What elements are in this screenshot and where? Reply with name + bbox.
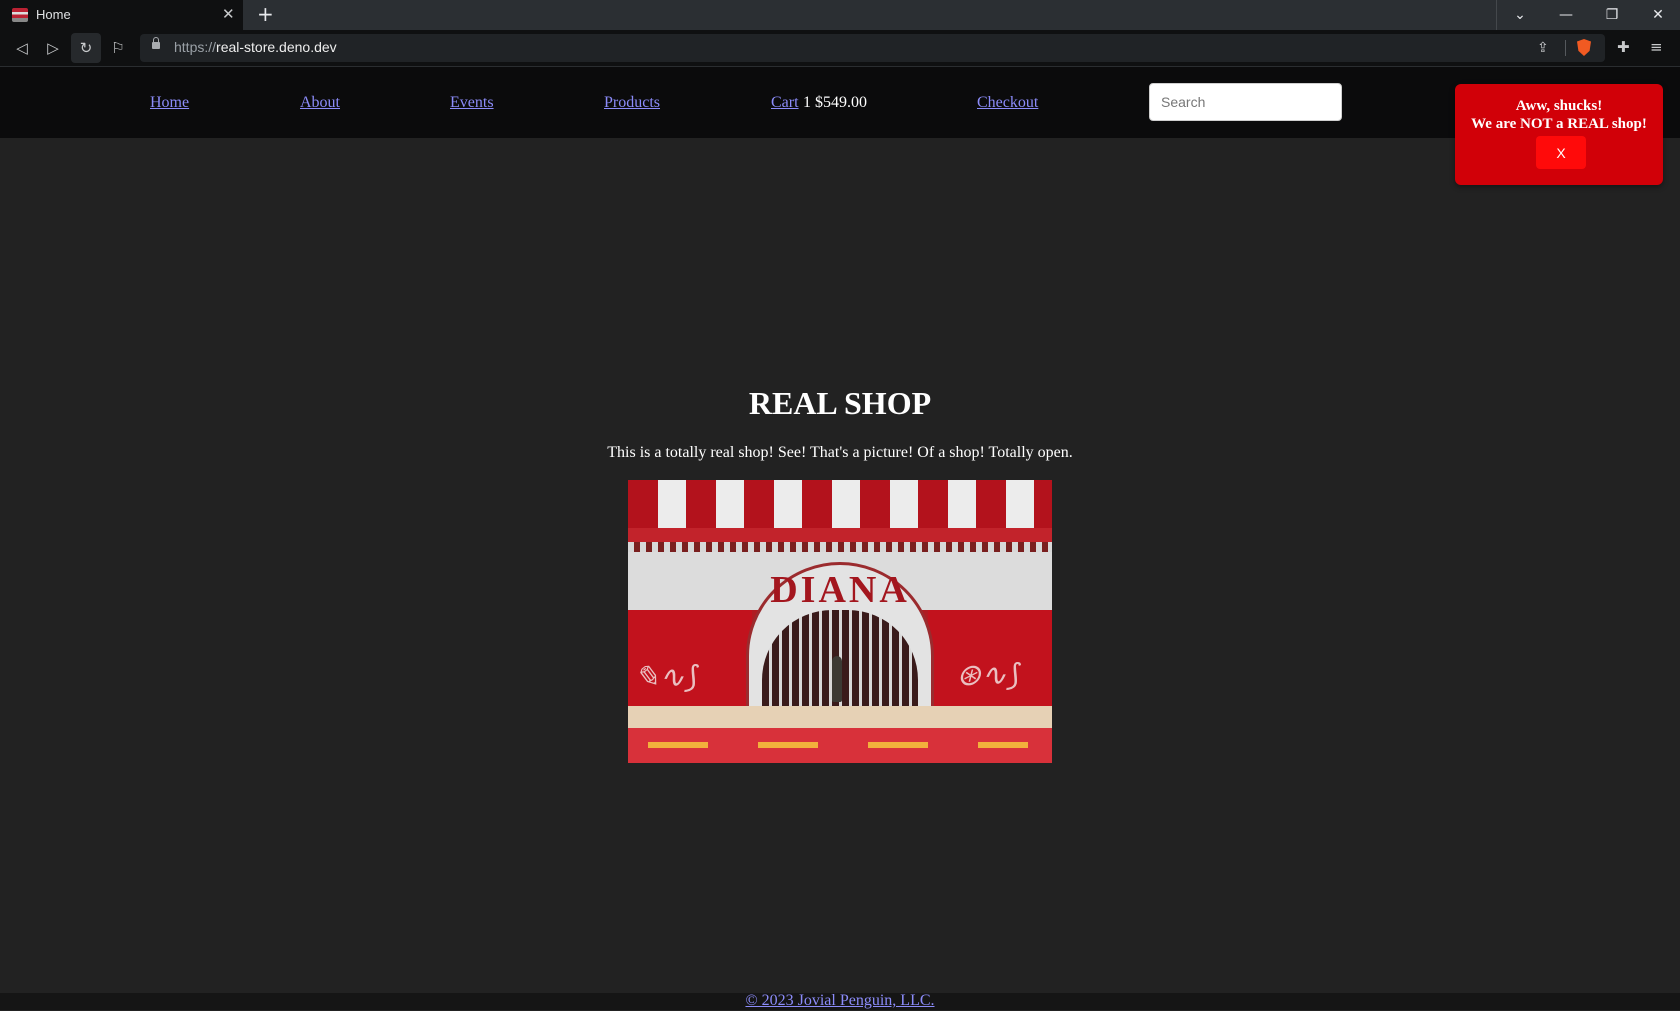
address-bar-divider (1565, 40, 1566, 56)
url-host: real-store.deno.dev (216, 39, 337, 55)
photo-pedestrian (832, 656, 842, 702)
photo-sidewalk (628, 706, 1052, 728)
footer-copyright-link[interactable]: © 2023 Jovial Penguin, LLC. (745, 992, 934, 1009)
forward-icon[interactable]: ▷ (38, 30, 68, 66)
menu-icon[interactable]: ≡ (1650, 38, 1663, 56)
back-icon[interactable]: ◁ (7, 30, 37, 66)
address-bar[interactable]: https://real-store.deno.dev ⇪ (140, 34, 1605, 62)
nav-link-checkout[interactable]: Checkout (977, 94, 1038, 112)
new-tab-icon[interactable]: + (257, 2, 274, 26)
minimize-icon[interactable]: — (1543, 0, 1589, 30)
search-input[interactable] (1149, 83, 1342, 121)
toast-message: We are NOT a REAL shop! (1471, 116, 1647, 132)
nav-link-events[interactable]: Events (450, 94, 494, 112)
tab-title: Home (36, 7, 71, 22)
close-tab-icon[interactable]: ✕ (222, 5, 235, 23)
share-icon[interactable]: ⇪ (1537, 40, 1549, 56)
photo-awning-band (628, 528, 1052, 542)
cart-count: 1 (803, 94, 811, 111)
cart-total: $549.00 (815, 94, 867, 111)
photo-graffiti-left: ✎∿⟆ (634, 661, 696, 694)
main-content: REAL SHOP This is a totally real shop! S… (0, 138, 1680, 993)
url-text[interactable]: https://real-store.deno.dev (174, 39, 337, 55)
brave-shields-icon[interactable] (1577, 39, 1591, 56)
extensions-icon[interactable]: ✚ (1617, 38, 1630, 56)
lock-icon[interactable] (152, 37, 160, 49)
browser-tab-bar: Home ✕ + ⌄ — ❐ ✕ (0, 0, 1680, 30)
nav-link-cart[interactable]: Cart (771, 94, 799, 112)
photo-awning-stripes (628, 480, 1052, 528)
nav-link-products[interactable]: Products (604, 94, 660, 112)
page-description: This is a totally real shop! See! That's… (607, 444, 1073, 461)
photo-graffiti-right: ⊛∿⟆ (956, 659, 1018, 692)
photo-scallop-trim (628, 542, 1052, 552)
restore-icon[interactable]: ❐ (1589, 0, 1635, 30)
shop-photo: DIANA ✎∿⟆ ⊛∿⟆ (628, 480, 1052, 763)
toast-heading: Aww, shucks! (1515, 98, 1603, 114)
site-footer: © 2023 Jovial Penguin, LLC. (0, 992, 1680, 1010)
browser-tab-home[interactable]: Home ✕ (0, 0, 243, 30)
reload-icon[interactable]: ↻ (71, 33, 101, 63)
bookmark-icon[interactable]: ⚐ (103, 30, 133, 66)
nav-link-home[interactable]: Home (150, 94, 189, 112)
tab-search-chevron-down-icon[interactable]: ⌄ (1497, 0, 1543, 30)
favicon-icon (12, 8, 28, 22)
photo-sign-text: DIANA (770, 569, 910, 611)
browser-toolbar: ◁ ▷ ↻ ⚐ https://real-store.deno.dev ⇪ ✚ … (0, 30, 1680, 67)
photo-road-markings (648, 742, 1028, 748)
site-navbar: Home About Events Products Cart 1 $549.0… (0, 67, 1680, 138)
page-title: REAL SHOP (748, 385, 932, 421)
close-window-icon[interactable]: ✕ (1635, 0, 1680, 30)
url-scheme: https:// (174, 39, 217, 55)
nav-link-about[interactable]: About (300, 94, 340, 112)
